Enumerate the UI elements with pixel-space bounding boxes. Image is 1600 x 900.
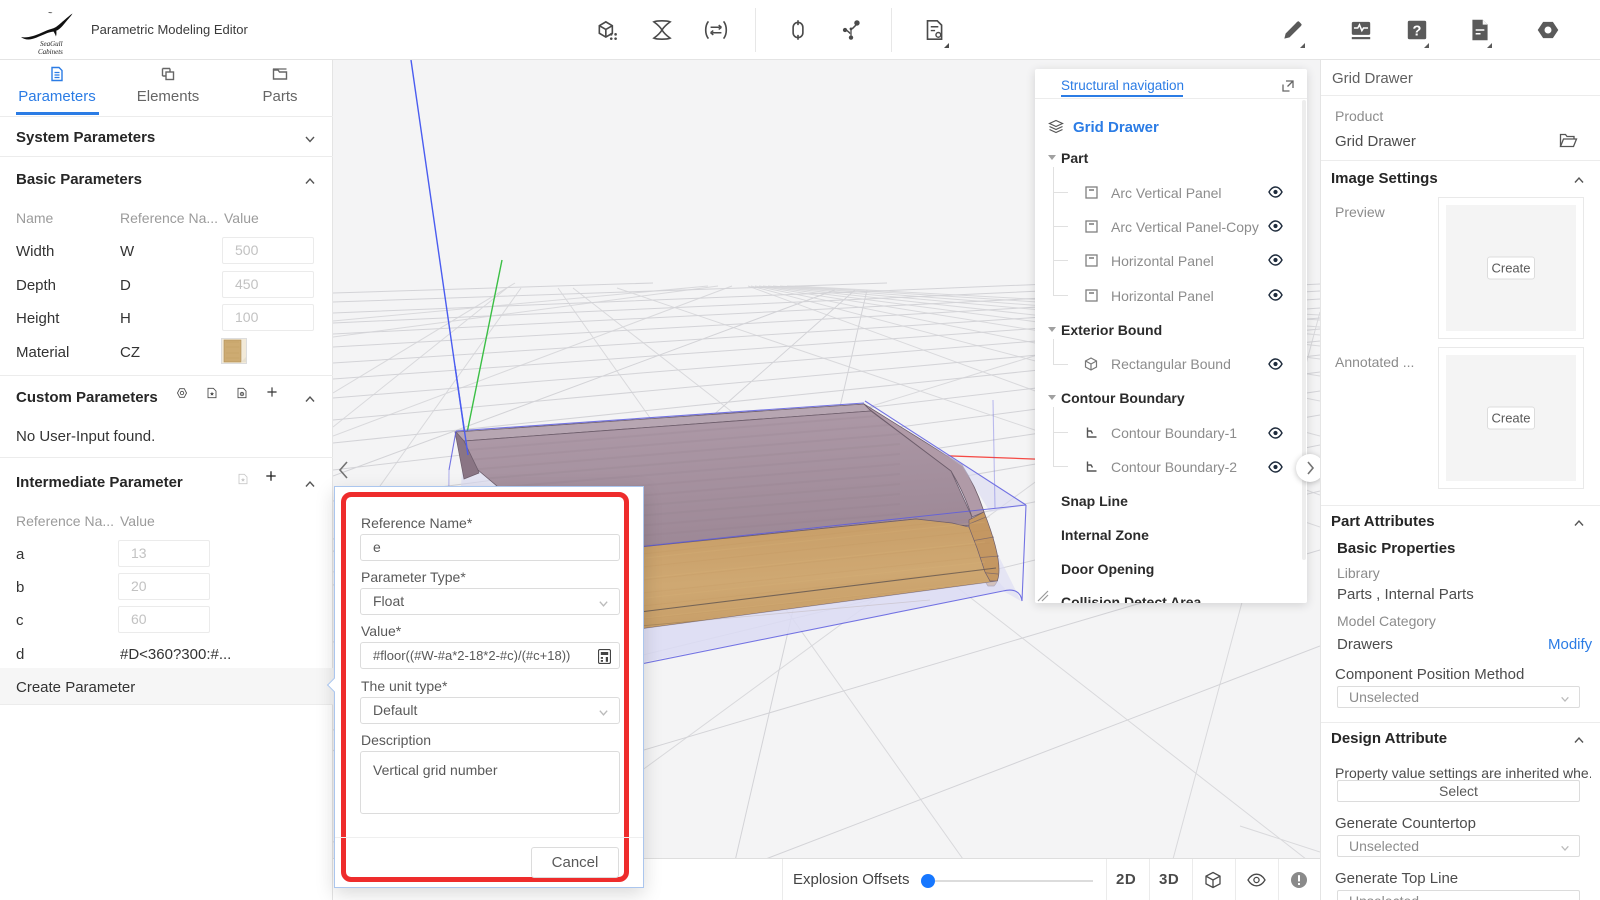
svg-text:SeaGull: SeaGull (40, 40, 63, 48)
svg-text:?: ? (1413, 23, 1422, 39)
svg-text:Cabinets: Cabinets (38, 48, 63, 56)
